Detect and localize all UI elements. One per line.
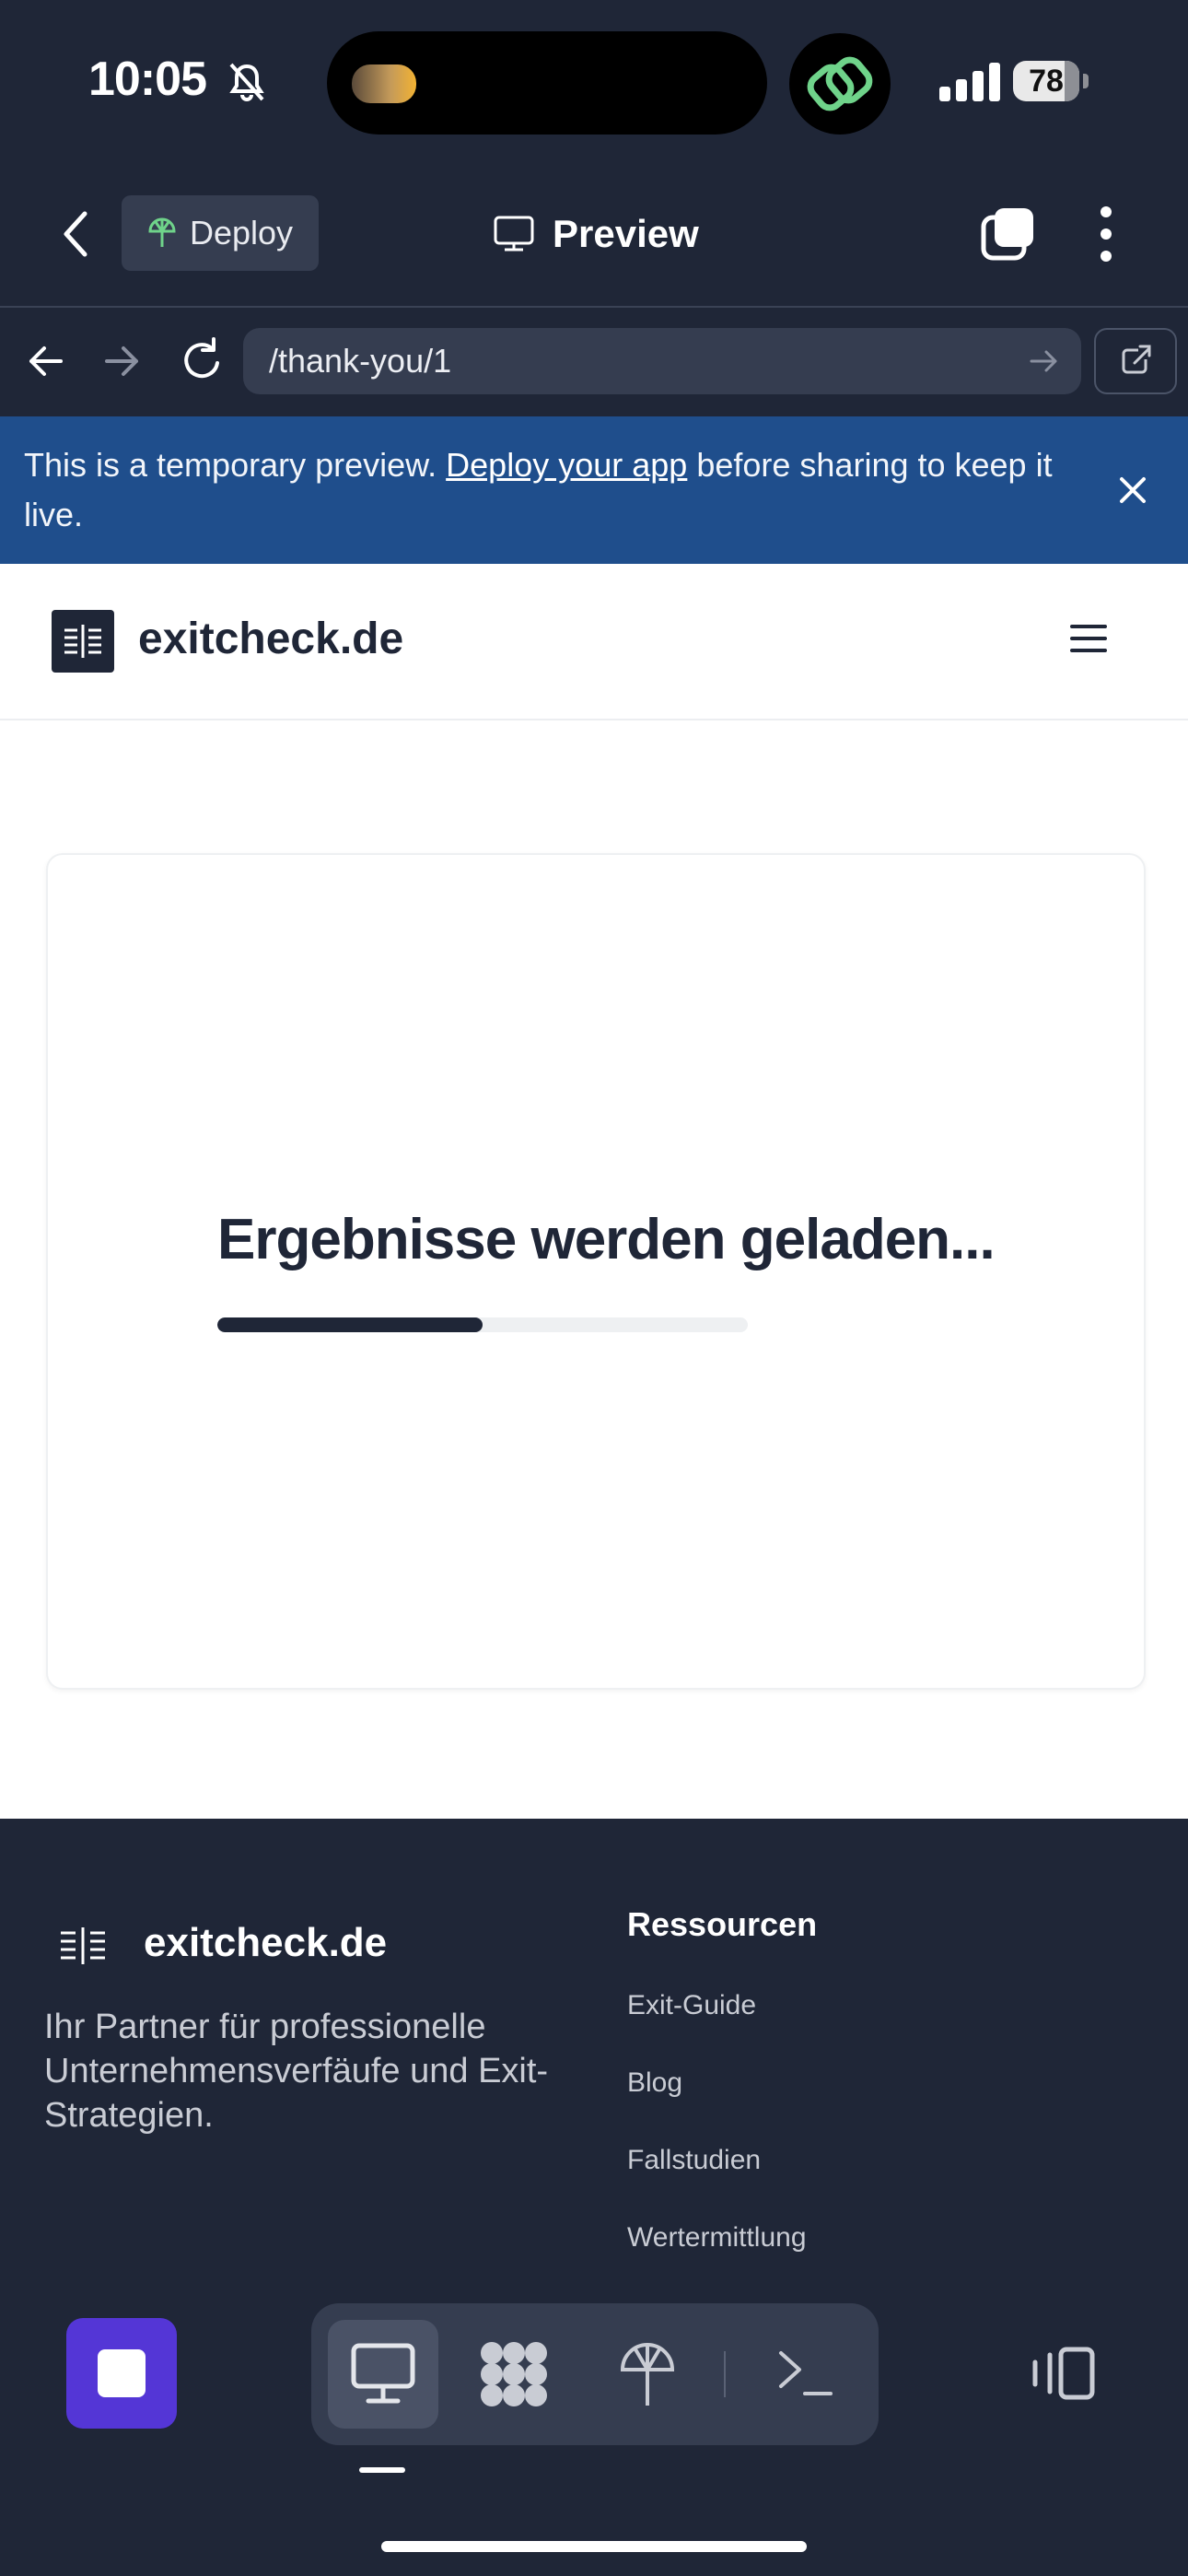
- deploy-button[interactable]: Deploy: [122, 195, 319, 271]
- stop-icon: [98, 2349, 146, 2397]
- deploy-tab-icon[interactable]: [619, 2340, 676, 2408]
- book-icon: [64, 625, 101, 658]
- footer-link-blog[interactable]: Blog: [627, 2067, 682, 2099]
- footer-link-exit-guide[interactable]: Exit-Guide: [627, 1990, 756, 2021]
- chain-link-icon: [807, 56, 873, 111]
- url-input[interactable]: /thank-you/1: [243, 328, 1081, 394]
- footer-link-fallstudien[interactable]: Fallstudien: [627, 2145, 761, 2176]
- loading-progress-fill: [217, 1317, 483, 1332]
- arrow-right-icon[interactable]: [101, 337, 144, 385]
- status-time: 10:05: [88, 53, 207, 106]
- segment-divider: [724, 2351, 726, 2397]
- more-menu-icon[interactable]: [1092, 205, 1120, 263]
- deploy-label: Deploy: [190, 214, 294, 252]
- monitor-icon: [351, 2343, 415, 2404]
- footer-book-icon: [61, 1927, 105, 1964]
- open-external-button[interactable]: [1094, 328, 1177, 394]
- external-link-icon: [1122, 345, 1151, 374]
- resources-heading: Ressourcen: [627, 1905, 818, 1943]
- footer-site-name[interactable]: exitcheck.de: [144, 1920, 387, 1966]
- reload-icon[interactable]: [177, 335, 227, 387]
- terminal-icon[interactable]: [777, 2348, 834, 2399]
- preview-title-text: Preview: [553, 212, 699, 255]
- active-tab-indicator: [359, 2467, 405, 2473]
- loading-title: Ergebnisse werden geladen...: [217, 1208, 996, 1271]
- loading-progress-bar: [217, 1317, 748, 1332]
- hamburger-menu-icon[interactable]: [1070, 623, 1107, 654]
- home-indicator[interactable]: [381, 2541, 807, 2552]
- battery-indicator: 78: [1013, 61, 1079, 101]
- site-logo[interactable]: [52, 610, 114, 673]
- footer-link-wertermittlung[interactable]: Wertermittlung: [627, 2222, 807, 2254]
- stop-button[interactable]: [66, 2318, 177, 2429]
- preview-title: Preview: [494, 208, 699, 260]
- files-grid-icon[interactable]: [479, 2340, 549, 2408]
- preview-banner: This is a temporary preview. Deploy your…: [0, 416, 1188, 564]
- panel-toggle-icon[interactable]: [1030, 2346, 1098, 2401]
- deploy-app-link[interactable]: Deploy your app: [446, 446, 687, 484]
- arrow-left-icon[interactable]: [24, 337, 66, 385]
- tabs-icon[interactable]: [980, 206, 1035, 262]
- site-name[interactable]: exitcheck.de: [138, 614, 403, 664]
- go-arrow-icon[interactable]: [1028, 346, 1061, 376]
- media-thumbnail[interactable]: [352, 64, 416, 103]
- link-indicator[interactable]: [789, 33, 891, 135]
- view-preview-tab[interactable]: [328, 2320, 438, 2429]
- battery-level: 78: [1029, 64, 1064, 99]
- monitor-icon: [494, 216, 534, 252]
- close-icon[interactable]: [1116, 474, 1149, 507]
- deploy-icon: [148, 217, 176, 247]
- back-chevron-icon[interactable]: [57, 208, 94, 260]
- banner-text-before: This is a temporary preview.: [24, 446, 447, 484]
- signal-icon: [939, 63, 1000, 101]
- bell-muted-icon: [229, 63, 264, 101]
- battery-tip: [1083, 74, 1089, 88]
- footer-description: Ihr Partner für professionelle Unternehm…: [44, 2008, 549, 2135]
